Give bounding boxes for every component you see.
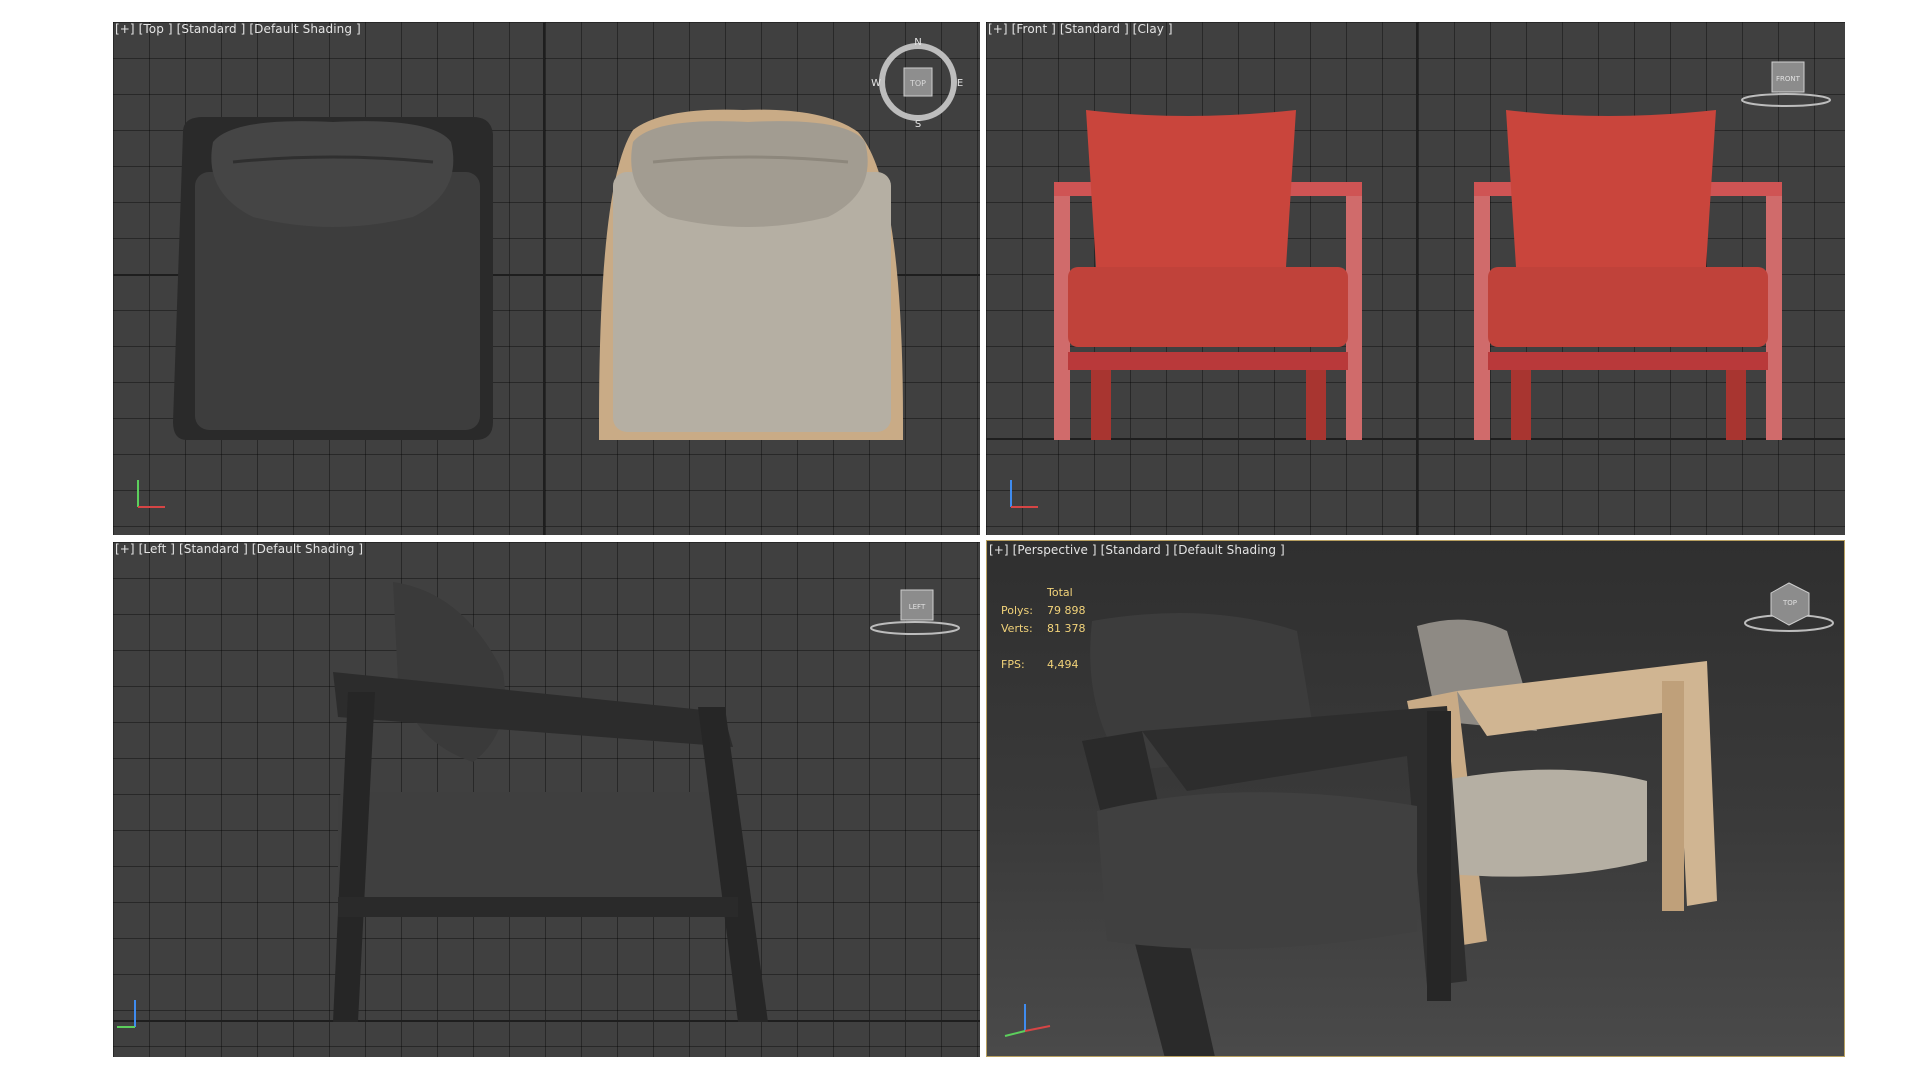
axis-tripod-icon [1010, 480, 1038, 508]
axis-tripod-icon [117, 1000, 136, 1028]
viewcube-left-label: LEFT [909, 603, 926, 611]
viewcube-left[interactable]: LEFT [865, 582, 965, 642]
viewcube-perspective[interactable]: TOP [1739, 571, 1839, 641]
chair-clay-front-right[interactable] [986, 22, 1845, 535]
chair-dark-side[interactable] [113, 542, 980, 1057]
axis-tripod-icon [1004, 1004, 1051, 1037]
viewcube-front[interactable]: FRONT [1736, 52, 1836, 112]
compass-widget[interactable]: TOP N S W E [871, 37, 963, 130]
chair-dark-perspective[interactable] [987, 541, 1845, 1057]
viewport-front[interactable]: [+] [Front ] [Standard ] [Clay ] FRONT [986, 22, 1845, 535]
chair-light-top[interactable] [113, 22, 980, 535]
viewcube-perspective-label: TOP [1782, 599, 1797, 607]
viewport-left[interactable]: [+] [Left ] [Standard ] [Default Shading… [113, 542, 980, 1057]
viewport-top[interactable]: [+] [Top ] [Standard ] [Default Shading … [113, 22, 980, 535]
compass-w: W [871, 78, 881, 89]
compass-e: E [957, 78, 963, 89]
axis-tripod-icon [137, 480, 165, 508]
compass-n: N [914, 37, 921, 48]
viewport-perspective[interactable]: [+] [Perspective ] [Standard ] [Default … [986, 540, 1845, 1057]
viewcube-front-label: FRONT [1776, 75, 1801, 83]
compass-center-label: TOP [909, 79, 926, 88]
compass-s: S [915, 119, 921, 130]
